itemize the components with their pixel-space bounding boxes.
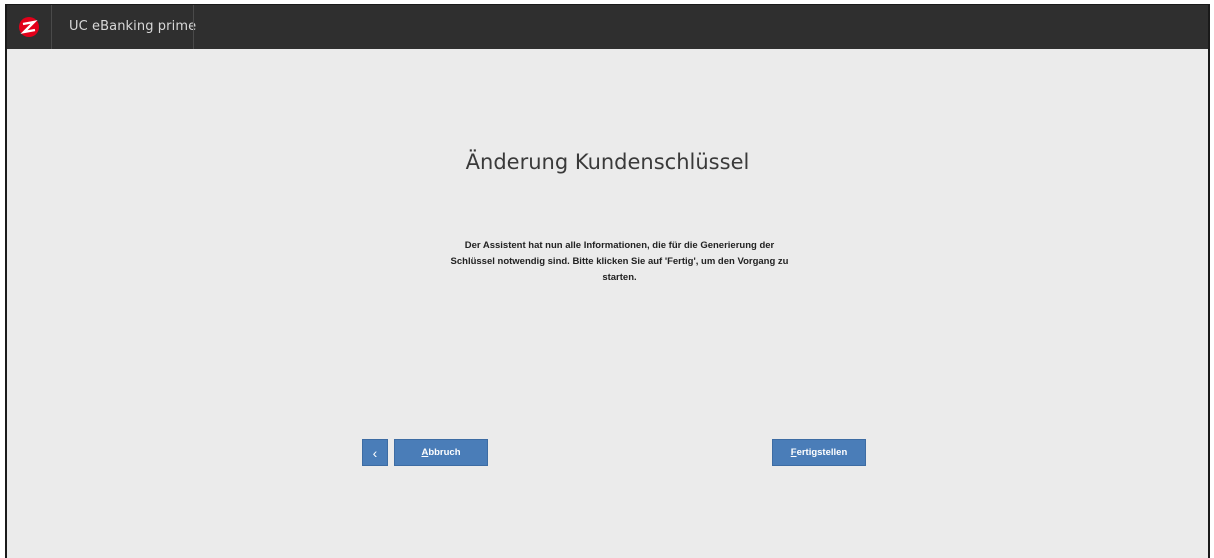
chevron-left-icon: ‹ — [372, 444, 378, 461]
finish-button[interactable]: Fertigstellen — [772, 439, 866, 466]
title-separator — [193, 5, 194, 49]
unicredit-logo — [7, 5, 51, 49]
abort-button[interactable]: Abbruch — [394, 439, 488, 466]
title-separator — [51, 5, 52, 49]
page-title: Änderung Kundenschlüssel — [465, 150, 750, 174]
title-bar: UC eBanking prime — [7, 5, 1208, 49]
app-window: UC eBanking prime Änderung Kundenschlüss… — [5, 4, 1210, 558]
app-title: UC eBanking prime — [69, 19, 197, 34]
finish-button-label: Fertigstellen — [790, 447, 848, 458]
logo-icon — [19, 17, 39, 37]
wizard-message: Der Assistent hat nun alle Informationen… — [450, 240, 789, 283]
abort-button-label: Abbruch — [421, 447, 461, 458]
back-button[interactable]: ‹ — [362, 439, 388, 466]
